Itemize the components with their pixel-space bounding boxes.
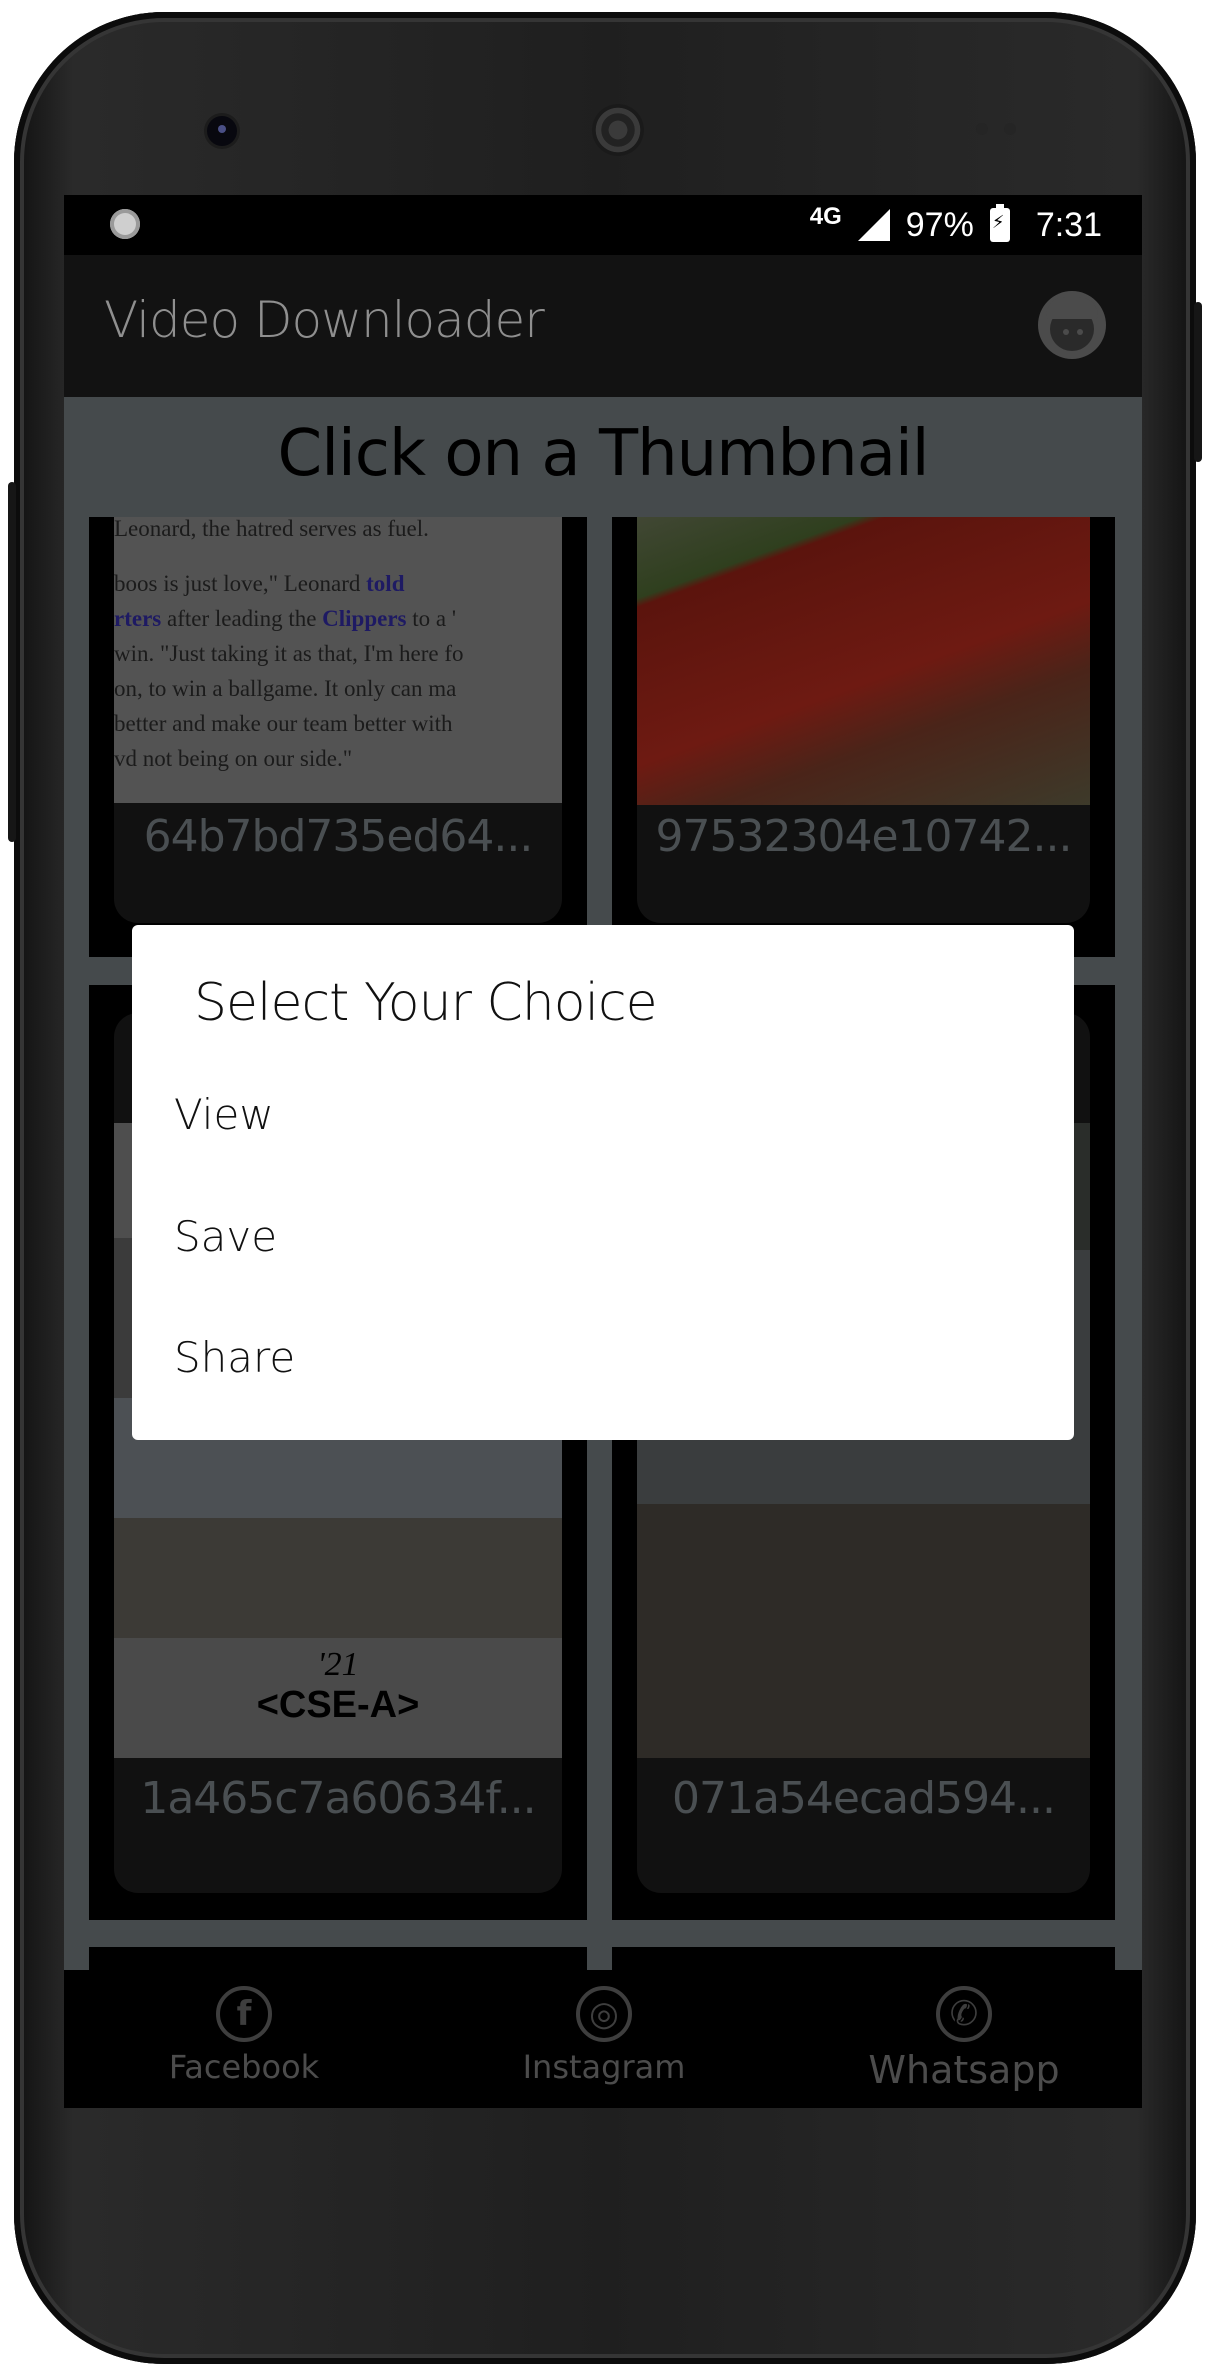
nav-label: Facebook: [168, 2048, 320, 2086]
thumbnail-image: [637, 517, 1090, 805]
thumbnail-image: Leonard, the hatred serves as fuel. boos…: [114, 517, 562, 803]
page-heading: Click on a Thumbnail: [277, 417, 930, 491]
signal-icon: [857, 209, 890, 241]
article-line: on, to win a ballgame. It only can ma: [114, 676, 457, 701]
battery-percent: 97%: [905, 205, 974, 244]
kid-face-icon[interactable]: [1038, 291, 1106, 359]
bottom-navigation: f Facebook ◎ Instagram ✆ Whatsapp: [64, 1970, 1142, 2108]
nav-label: Whatsapp: [868, 2048, 1060, 2092]
nav-item-facebook[interactable]: f Facebook: [94, 1986, 394, 2086]
network-type: 4G: [809, 203, 842, 230]
article-line: vd not being on our side.": [114, 746, 353, 771]
badge-text: <CSE-A>: [256, 1684, 420, 1726]
nav-item-whatsapp[interactable]: ✆ Whatsapp: [814, 1986, 1114, 2092]
app-bar: Video Downloader: [64, 255, 1142, 397]
article-line: win. "Just taking it as that, I'm here f…: [114, 641, 464, 666]
power-button: [1194, 302, 1202, 462]
thumbnail-card[interactable]: 97532304e10742...: [612, 517, 1115, 957]
dialog-title: Select Your Choice: [194, 973, 658, 1033]
facebook-icon: f: [216, 1986, 272, 2042]
thumbnail-caption: 64b7bd735ed64...: [143, 811, 534, 862]
app-title: Video Downloader: [104, 291, 545, 349]
article-line: rters after leading the Clippers to a ': [114, 606, 457, 631]
instagram-icon: ◎: [576, 1986, 632, 2042]
front-camera: [207, 116, 237, 146]
earpiece-speaker: [592, 104, 644, 156]
option-share[interactable]: Share: [174, 1333, 295, 1382]
choice-dialog: Select Your Choice View Save Share: [132, 925, 1074, 1440]
volume-button: [8, 482, 16, 842]
clock: 7:31: [1035, 205, 1102, 244]
article-line: boos is just love," Leonard told: [114, 571, 405, 596]
status-bar: 4G 97% 7:31: [64, 195, 1142, 255]
nav-label: Instagram: [522, 2048, 686, 2086]
notification-icon: [110, 209, 140, 239]
thumbnail-card[interactable]: Leonard, the hatred serves as fuel. boos…: [89, 517, 587, 957]
article-line: Leonard, the hatred serves as fuel.: [114, 517, 429, 541]
thumbnail-caption: 1a465c7a60634f...: [140, 1773, 536, 1824]
whatsapp-icon: ✆: [936, 1986, 992, 2042]
option-view[interactable]: View: [174, 1090, 274, 1139]
badge-year: '21: [317, 1646, 359, 1683]
article-line: better and make our team better with: [114, 711, 453, 736]
option-save[interactable]: Save: [174, 1212, 277, 1261]
proximity-sensor: [976, 123, 988, 135]
light-sensor: [1004, 123, 1016, 135]
thumbnail-caption: 071a54ecad594...: [671, 1773, 1056, 1824]
thumbnail-caption: 97532304e10742...: [655, 811, 1073, 862]
battery-charging-icon: [989, 204, 1010, 242]
nav-item-instagram[interactable]: ◎ Instagram: [454, 1986, 754, 2086]
